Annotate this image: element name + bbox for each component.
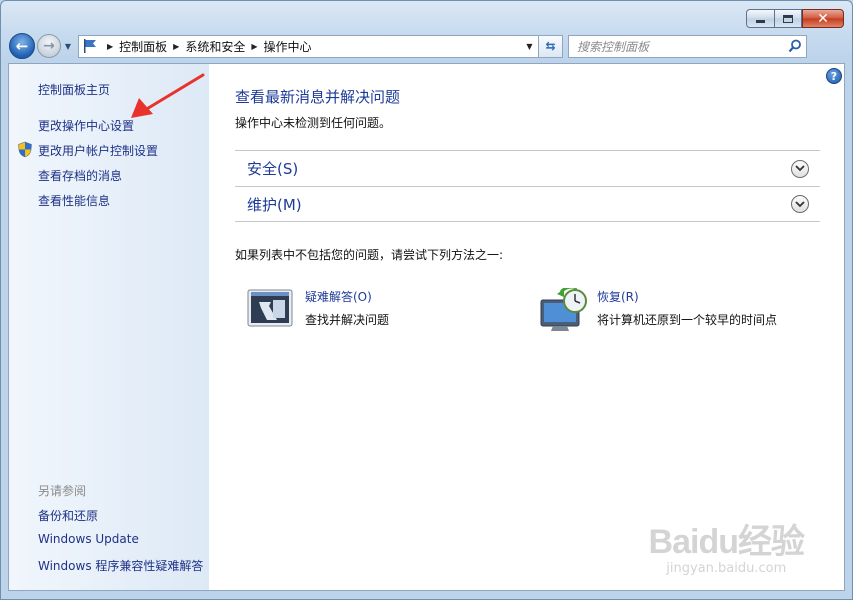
see-also-link-backup[interactable]: 备份和还原 xyxy=(38,507,98,524)
navigation-bar: ← → ▼ ▶ 控制面板 ▶ 系统和安全 ▶ 操作中心 ▼ ⇆ 搜索控制面板 xyxy=(9,33,844,59)
troubleshooting-link[interactable]: 疑难解答(O) xyxy=(305,288,389,305)
forward-button[interactable]: → xyxy=(37,34,61,58)
back-button[interactable]: ← xyxy=(9,33,35,59)
control-panel-icon xyxy=(79,36,101,57)
breadcrumb-separator-icon[interactable]: ▶ xyxy=(107,42,113,51)
section-maintenance-label[interactable]: 维护(M) xyxy=(247,194,791,215)
troubleshooting-tool[interactable]: 疑难解答(O) 查找并解决问题 xyxy=(247,288,389,332)
sidebar: 控制面板主页 更改操作中心设置 更改用户帐户控制设置 查看存档的消息 查看性能信… xyxy=(9,64,209,590)
see-also-title: 另请参阅 xyxy=(38,484,87,498)
forward-arrow-icon: → xyxy=(43,38,55,54)
watermark-url: jingyan.baidu.com xyxy=(666,561,787,576)
main-panel: ? 查看最新消息并解决问题 操作中心未检测到任何问题。 安全(S) 维护(M) … xyxy=(209,64,844,590)
client-area: 控制面板主页 更改操作中心设置 更改用户帐户控制设置 查看存档的消息 查看性能信… xyxy=(8,63,845,591)
recovery-tool[interactable]: 恢复(R) 将计算机还原到一个较早的时间点 xyxy=(539,285,778,332)
refresh-button[interactable]: ⇆ xyxy=(539,34,563,58)
recovery-description: 将计算机还原到一个较早的时间点 xyxy=(597,313,778,327)
refresh-icon: ⇆ xyxy=(545,39,556,53)
sidebar-link-change-settings[interactable]: 更改操作中心设置 xyxy=(38,117,134,134)
help-icon[interactable]: ? xyxy=(826,68,842,84)
page-title: 查看最新消息并解决问题 xyxy=(235,88,401,106)
breadcrumb-separator-icon[interactable]: ▶ xyxy=(173,42,179,51)
red-annotation-arrow-icon xyxy=(131,73,205,118)
see-also-link-windows-update[interactable]: Windows Update xyxy=(38,532,139,546)
maximize-icon xyxy=(783,14,793,23)
minimize-icon xyxy=(756,20,765,23)
section-security-label[interactable]: 安全(S) xyxy=(247,158,791,179)
alternatives-prompt: 如果列表中不包括您的问题，请尝试下列方法之一: xyxy=(235,248,504,262)
breadcrumb-separator-icon[interactable]: ▶ xyxy=(251,42,257,51)
sidebar-link-uac-settings[interactable]: 更改用户帐户控制设置 xyxy=(38,142,158,159)
section-security[interactable]: 安全(S) xyxy=(235,150,820,186)
status-message: 操作中心未检测到任何问题。 xyxy=(235,116,392,130)
address-dropdown-icon[interactable]: ▼ xyxy=(520,36,538,57)
uac-shield-icon xyxy=(17,141,33,161)
sidebar-link-performance-info[interactable]: 查看性能信息 xyxy=(38,192,110,209)
search-icon[interactable] xyxy=(784,36,806,57)
section-maintenance[interactable]: 维护(M) xyxy=(235,186,820,222)
watermark-logo: Baidu经验 xyxy=(648,523,805,561)
baidu-watermark: Baidu经验 jingyan.baidu.com xyxy=(648,523,805,576)
see-also-link-compat-troubleshooter[interactable]: Windows 程序兼容性疑难解答 xyxy=(38,557,203,574)
recovery-link[interactable]: 恢复(R) xyxy=(597,288,777,305)
chevron-down-icon[interactable] xyxy=(791,159,809,178)
caption-buttons: ✕ xyxy=(746,9,844,29)
minimize-button[interactable] xyxy=(746,9,774,28)
chevron-down-icon[interactable] xyxy=(791,195,809,213)
close-button[interactable]: ✕ xyxy=(802,9,844,28)
window-frame: ✕ ← → ▼ ▶ 控制面板 ▶ 系统和安全 ▶ 操作中心 ▼ ⇆ 搜索控制面板 xyxy=(0,0,853,600)
recent-pages-dropdown[interactable]: ▼ xyxy=(62,42,74,51)
sidebar-link-home[interactable]: 控制面板主页 xyxy=(38,81,110,98)
back-arrow-icon: ← xyxy=(15,37,29,55)
troubleshoot-icon xyxy=(247,288,297,332)
search-input[interactable]: 搜索控制面板 xyxy=(577,38,784,55)
breadcrumb-system-security[interactable]: 系统和安全 xyxy=(185,38,245,55)
close-icon: ✕ xyxy=(817,10,829,27)
breadcrumb-action-center[interactable]: 操作中心 xyxy=(264,38,312,55)
sidebar-link-archived-messages[interactable]: 查看存档的消息 xyxy=(38,167,122,184)
maximize-button[interactable] xyxy=(774,9,802,28)
address-bar[interactable]: ▶ 控制面板 ▶ 系统和安全 ▶ 操作中心 ▼ xyxy=(78,34,539,58)
troubleshooting-description: 查找并解决问题 xyxy=(305,313,390,327)
recovery-icon xyxy=(539,285,589,332)
search-box[interactable]: 搜索控制面板 xyxy=(568,34,807,58)
breadcrumb-control-panel[interactable]: 控制面板 xyxy=(119,38,167,55)
